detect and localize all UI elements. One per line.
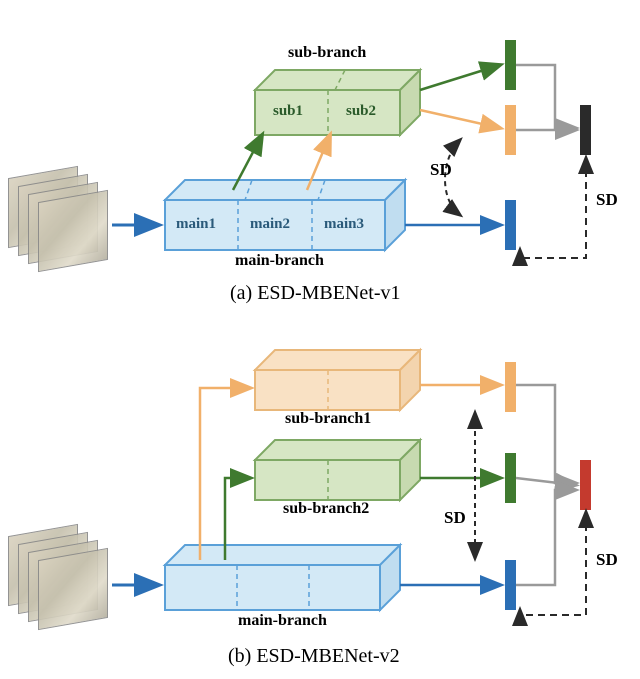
output-bar-green-a xyxy=(505,40,516,90)
arrow-merge-mid-b xyxy=(516,478,575,485)
sd-outer-a xyxy=(520,158,586,258)
output-bar-orange-b xyxy=(505,362,516,412)
output-bar-green-b xyxy=(505,453,516,503)
output-bar-red-b xyxy=(580,460,591,510)
label-sd-inner-b: SD xyxy=(444,508,466,528)
label-subbranch1-b: sub-branch1 xyxy=(285,410,371,428)
output-bar-blue-b xyxy=(505,560,516,610)
diagram-canvas: sub-branch sub1 sub2 main1 main2 main3 m… xyxy=(0,0,640,674)
figure-b xyxy=(112,350,591,615)
caption-b: (b) ESD-MBENet-v2 xyxy=(228,645,400,668)
label-subbranch2-b: sub-branch2 xyxy=(283,500,369,518)
input-thumb xyxy=(38,548,108,630)
label-mainbranch-b: main-branch xyxy=(238,612,327,630)
arrow-sub-to-orange xyxy=(420,110,500,128)
label-subbranch-a: sub-branch xyxy=(288,44,366,62)
label-sub2: sub2 xyxy=(346,103,376,120)
input-thumb xyxy=(38,190,108,272)
label-sd-inner-a: SD xyxy=(430,160,452,180)
label-sd-outer-a: SD xyxy=(596,190,618,210)
sub-branch2-b xyxy=(255,440,420,500)
output-bar-blue-a xyxy=(505,200,516,250)
sd-outer-b xyxy=(520,512,586,615)
caption-a: (a) ESD-MBENet-v1 xyxy=(230,282,401,305)
label-main3: main3 xyxy=(324,216,364,233)
main-branch-a xyxy=(165,180,405,250)
output-bar-black-a xyxy=(580,105,591,155)
arrow-merge-bot-b xyxy=(516,490,575,585)
arrow-merge-top-b xyxy=(516,385,575,483)
label-sd-outer-b: SD xyxy=(596,550,618,570)
label-mainbranch-a: main-branch xyxy=(235,252,324,270)
sub-branch1-b xyxy=(255,350,420,410)
arrow-sub-to-green xyxy=(420,65,500,90)
arrow-merge-top-a xyxy=(516,65,575,128)
output-bar-orange-a xyxy=(505,105,516,155)
label-main2: main2 xyxy=(250,216,290,233)
label-main1: main1 xyxy=(176,216,216,233)
label-sub1: sub1 xyxy=(273,103,303,120)
